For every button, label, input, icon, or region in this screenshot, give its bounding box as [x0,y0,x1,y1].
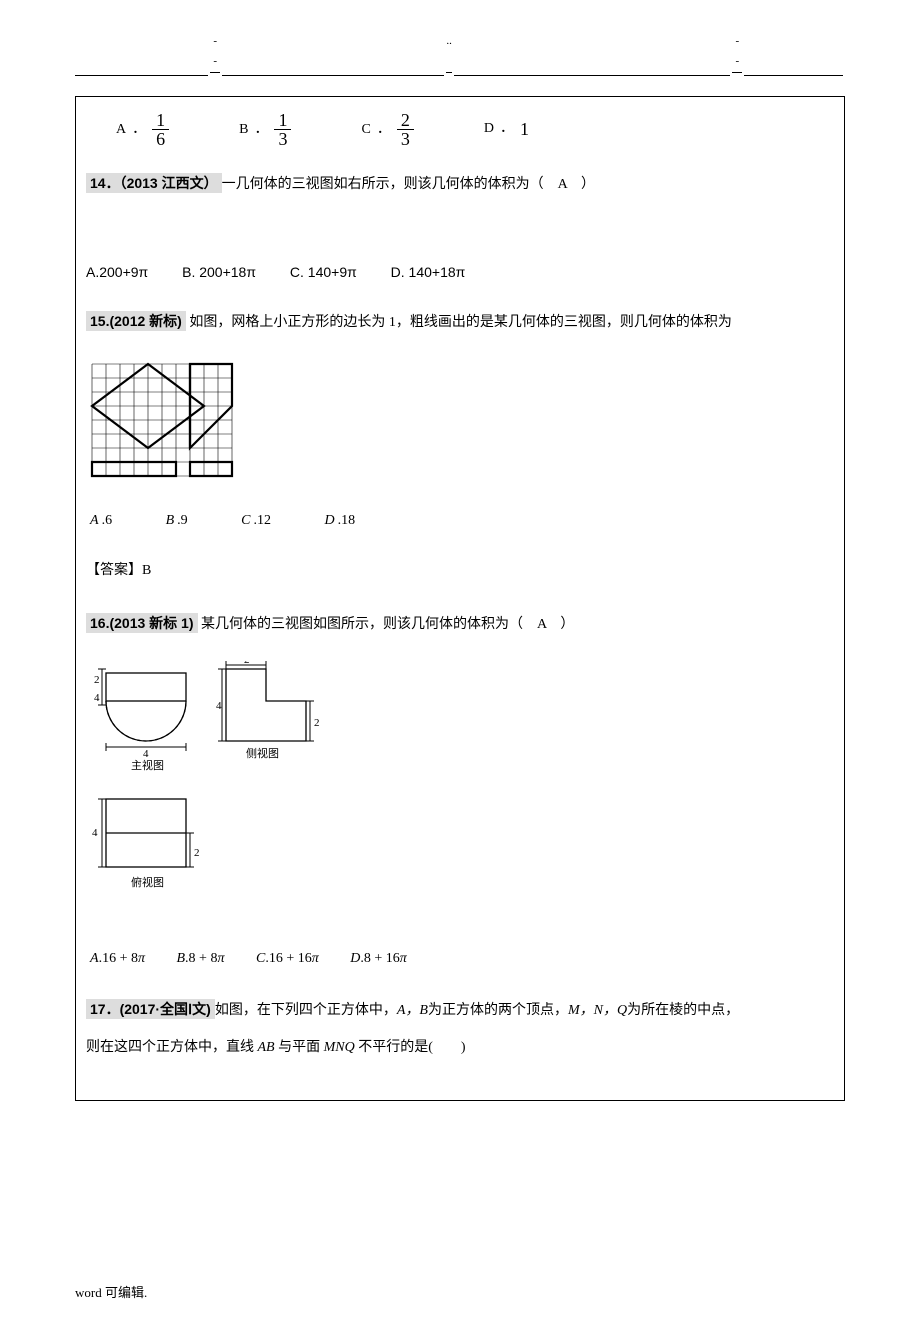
header-dash-2: - - [732,32,742,73]
q15-answer: 【答案】B [86,558,834,583]
option-a: A.16 + 8π [90,946,145,971]
option-d: D.18 [324,513,380,528]
q16-options: A.16 + 8π B.8 + 8π C.16 + 16π D.8 + 16π [86,946,834,971]
svg-text:4: 4 [143,748,149,760]
svg-text:4: 4 [216,700,222,712]
option-label: D [484,116,494,141]
svg-text:侧视图: 侧视图 [246,746,279,760]
option-b: B.9 [166,513,213,528]
option-c: C． 2 3 [361,111,413,148]
option-a: A.6 [90,513,137,528]
svg-text:2: 2 [94,674,100,686]
q13-options: A． 1 6 B． 1 3 C． 2 3 D． 1 [86,111,834,148]
option-b: B.8 + 8π [176,946,224,971]
option-b: B． 1 3 [239,111,291,148]
q14-options: A.200+9π B. 200+18π C. 140+9π D. 140+18π [86,260,834,285]
q14-text: 一几何体的三视图如右所示，则该几何体的体积为（ [222,177,544,192]
option-a: A.200+9π [86,264,148,280]
option-d: D. 140+18π [391,264,466,280]
option-label: A [116,117,126,142]
svg-text:主视图: 主视图 [131,758,164,772]
q17: 17．(2017·全国Ⅰ文)如图，在下列四个正方体中，A，B为正方体的两个顶点，… [86,991,834,1066]
option-label: C [361,117,370,142]
svg-text:2: 2 [314,717,320,729]
q16-answer: A [537,617,546,632]
fraction-icon: 2 3 [397,111,414,148]
page-footer: word 可编辑. [75,1281,845,1304]
option-b: B. 200+18π [182,264,256,280]
svg-text:4: 4 [92,827,98,839]
fraction-icon: 1 3 [274,111,291,148]
q16-tag: 16.(2013 新标 1) [86,613,198,633]
q14-answer: A [558,177,567,192]
q16: 16.(2013 新标 1) 某几何体的三视图如图所示，则该几何体的体积为（ A… [86,608,834,641]
option-label: B [239,117,248,142]
header-dash: - - [210,32,220,73]
q15: 15.(2012 新标) 如图，网格上小正方形的边长为 1，粗线画出的是某几何体… [86,306,834,339]
svg-text:2: 2 [194,847,200,859]
grid-three-view-figure [86,358,834,495]
q15-options: A.6 B.9 C.12 D.18 [86,508,834,533]
three-views-figure: 4 2 4 主视图 4 2 2 侧视图 4 2 俯视图 [86,661,834,930]
q15-text: 如图，网格上小正方形的边长为 1，粗线画出的是某几何体的三视图，则几何体的体积为 [189,315,732,330]
q17-tag: 17．(2017·全国Ⅰ文) [86,999,215,1019]
option-c: C.16 + 16π [256,946,319,971]
svg-text:4: 4 [94,692,100,704]
header-dot: .. [446,32,452,73]
q14-tag: 14．（2013 江西文） [86,173,222,193]
option-d: D.8 + 16π [350,946,407,971]
content-frame: A． 1 6 B． 1 3 C． 2 3 D． 1 14．（2013 江西文）一 [75,96,845,1101]
svg-text:2: 2 [244,661,250,666]
q15-tag: 15.(2012 新标) [86,311,186,331]
svg-text:俯视图: 俯视图 [131,875,164,889]
option-c: C.12 [241,513,296,528]
q16-text: 某几何体的三视图如图所示，则该几何体的体积为（ [201,617,523,632]
option-a: A． 1 6 [116,111,169,148]
page-header: - - .. - - [75,35,845,76]
option-d: D． 1 [484,113,529,145]
fraction-icon: 1 6 [152,111,169,148]
q14: 14．（2013 江西文）一几何体的三视图如右所示，则该几何体的体积为（ A ） [86,168,834,201]
option-c: C. 140+9π [290,264,357,280]
